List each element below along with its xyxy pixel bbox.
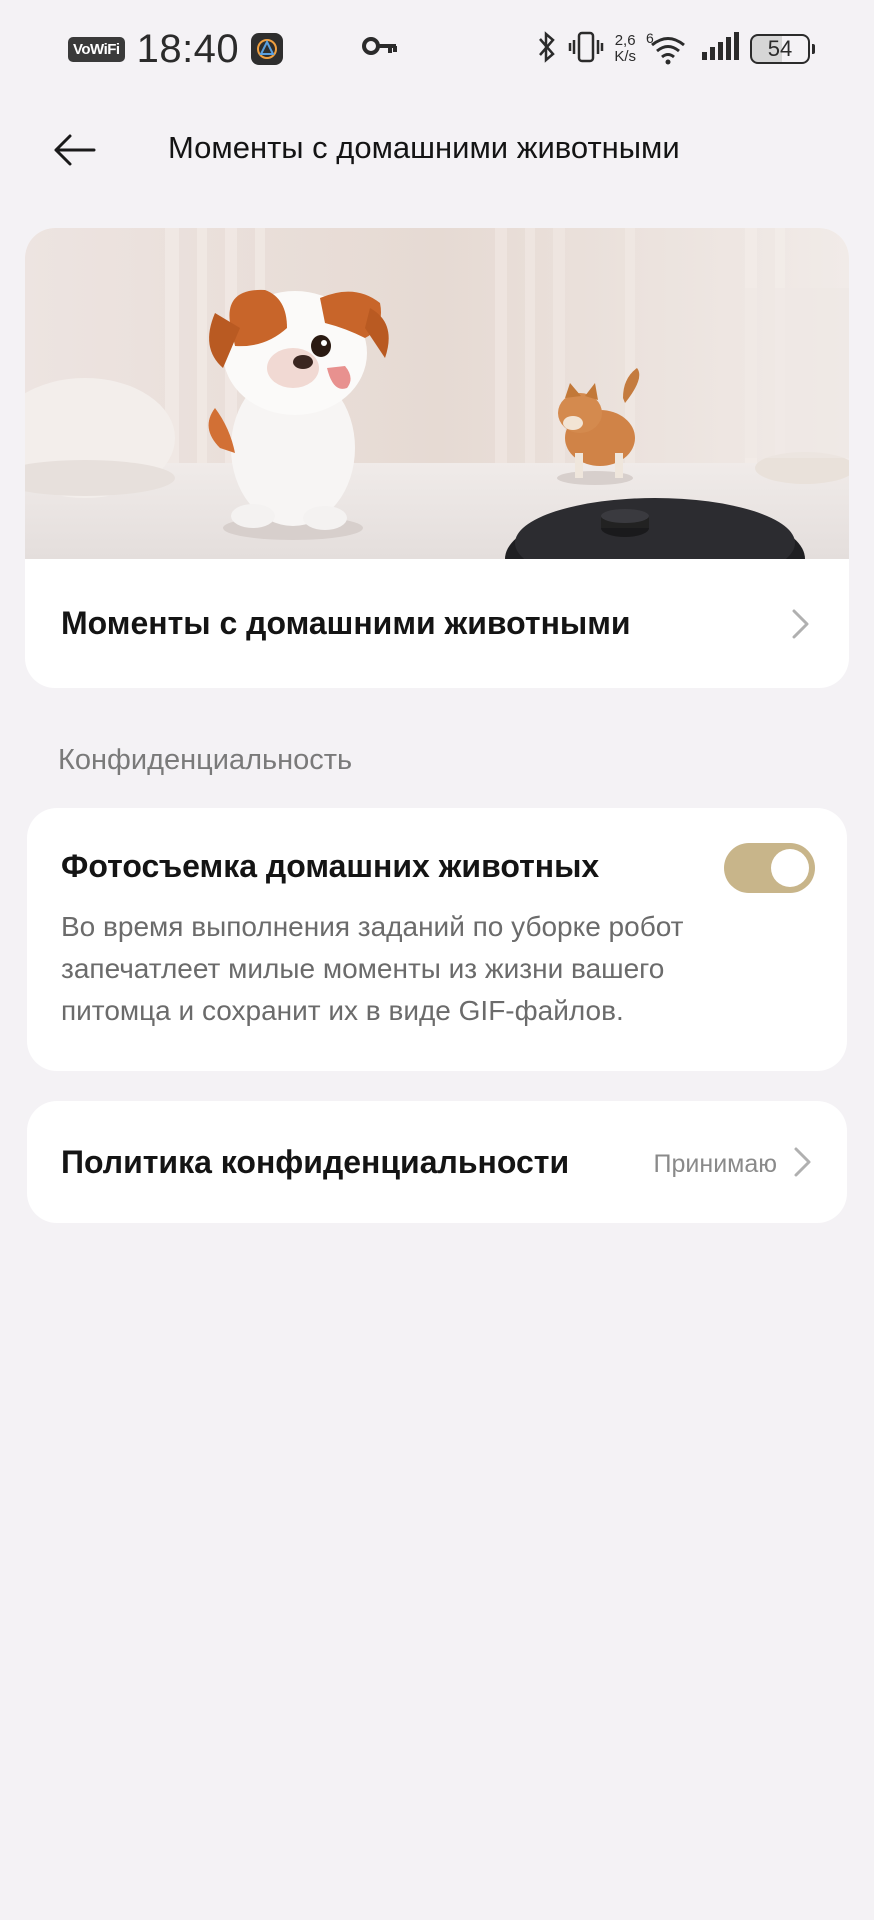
status-bar: VoWiFi 18:40 2,6 K/s 6 54	[0, 0, 874, 100]
chevron-right-icon	[792, 609, 809, 639]
pet-moments-banner-image	[25, 228, 849, 559]
privacy-policy-title: Политика конфиденциальности	[61, 1144, 570, 1180]
wifi-icon: 6	[646, 30, 690, 66]
chevron-right-icon	[794, 1147, 811, 1177]
vowifi-badge: VoWiFi	[68, 36, 125, 62]
pet-photo-toggle[interactable]	[724, 843, 815, 893]
status-time: 18:40	[136, 26, 240, 71]
network-speed-unit: K/s	[614, 48, 636, 65]
toggle-knob	[771, 849, 809, 887]
network-speed: 2,6 K/s	[614, 33, 636, 65]
pet-photo-setting-card: Фотосъемка домашних животных Во время вы…	[27, 808, 847, 1071]
privacy-policy-row[interactable]: Политика конфиденциальности Принимаю	[27, 1101, 847, 1223]
pet-photo-title: Фотосъемка домашних животных	[61, 848, 600, 884]
network-speed-value: 2,6	[614, 32, 636, 49]
page-title: Моменты с домашними животными	[168, 130, 680, 165]
pet-photo-description: Во время выполнения заданий по уборке ро…	[61, 911, 684, 1026]
key-icon	[362, 34, 398, 63]
privacy-section-label: Конфиденциальность	[58, 744, 353, 776]
status-left: VoWiFi 18:40	[68, 26, 284, 72]
bluetooth-icon	[536, 30, 558, 69]
pet-moments-card[interactable]: Моменты с домашними животными	[25, 228, 849, 688]
battery-icon: 54	[750, 34, 815, 64]
arrow-left-icon	[54, 134, 96, 166]
privacy-policy-status: Принимаю	[653, 1150, 777, 1178]
pet-moments-row[interactable]: Моменты с домашними животными	[25, 559, 849, 688]
pet-moments-row-title: Моменты с домашними животными	[61, 605, 631, 641]
back-button[interactable]	[48, 124, 100, 176]
vibrate-icon	[568, 30, 604, 69]
status-right: 2,6 K/s 6 54	[536, 26, 815, 72]
app-notification-icon	[251, 33, 284, 65]
app-header: Моменты с домашними животными	[0, 100, 874, 200]
signal-icon	[700, 31, 740, 67]
